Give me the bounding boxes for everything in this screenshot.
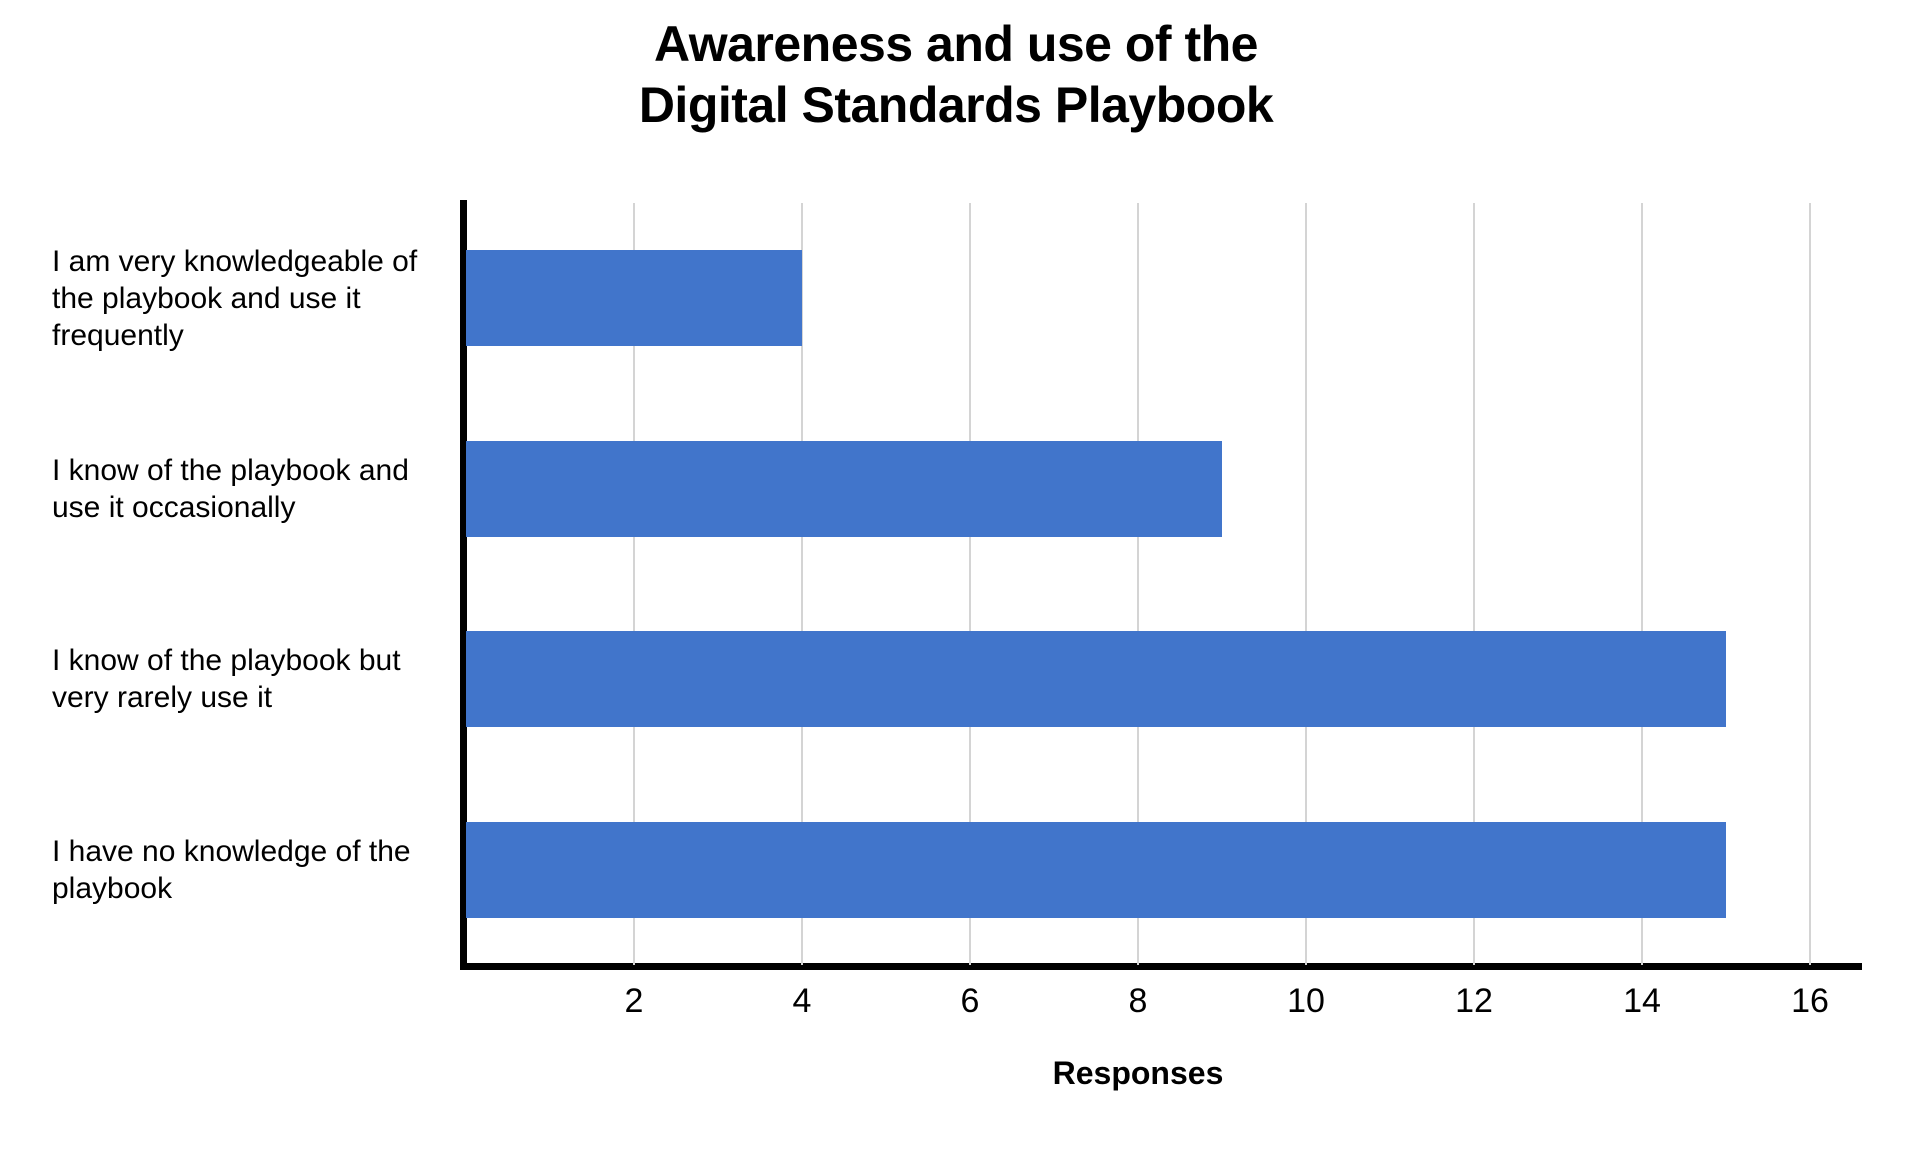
x-tick-label: 12 xyxy=(1455,982,1493,1020)
bar[interactable] xyxy=(466,250,802,347)
x-tick-label: 8 xyxy=(1128,982,1148,1020)
x-tick-label: 16 xyxy=(1791,982,1829,1020)
bar-band xyxy=(466,775,1810,966)
x-axis-tick-labels: 2 4 6 8 10 12 14 16 xyxy=(466,982,1829,1032)
x-tick-label: 2 xyxy=(624,982,644,1020)
plot-area xyxy=(466,203,1811,965)
bar[interactable] xyxy=(466,440,1222,537)
bar[interactable] xyxy=(466,631,1726,728)
bar-chart: Awareness and use of the Digital Standar… xyxy=(0,0,1912,1157)
bar-band xyxy=(466,203,1810,394)
x-tick-label: 4 xyxy=(792,982,812,1020)
x-tick-label: 14 xyxy=(1623,982,1661,1020)
chart-title: Awareness and use of the Digital Standar… xyxy=(638,16,1274,133)
category-label: I am very knowledgeable of the playbook … xyxy=(52,244,418,352)
x-tick-label: 6 xyxy=(960,982,980,1020)
x-tick-label: 10 xyxy=(1287,982,1325,1020)
x-axis-title: Responses xyxy=(1052,1055,1224,1091)
bar[interactable] xyxy=(466,821,1726,918)
category-label: I know of the playbook and use it occasi… xyxy=(52,453,409,524)
category-label: I have no knowledge of the playbook xyxy=(52,834,411,905)
bar-band xyxy=(466,584,1810,775)
category-label: I know of the playbook but very rarely u… xyxy=(52,644,401,715)
bar-band xyxy=(466,394,1810,585)
bar-series xyxy=(466,203,1810,965)
category-axis-labels: I am very knowledgeable of the playbook … xyxy=(52,203,450,965)
